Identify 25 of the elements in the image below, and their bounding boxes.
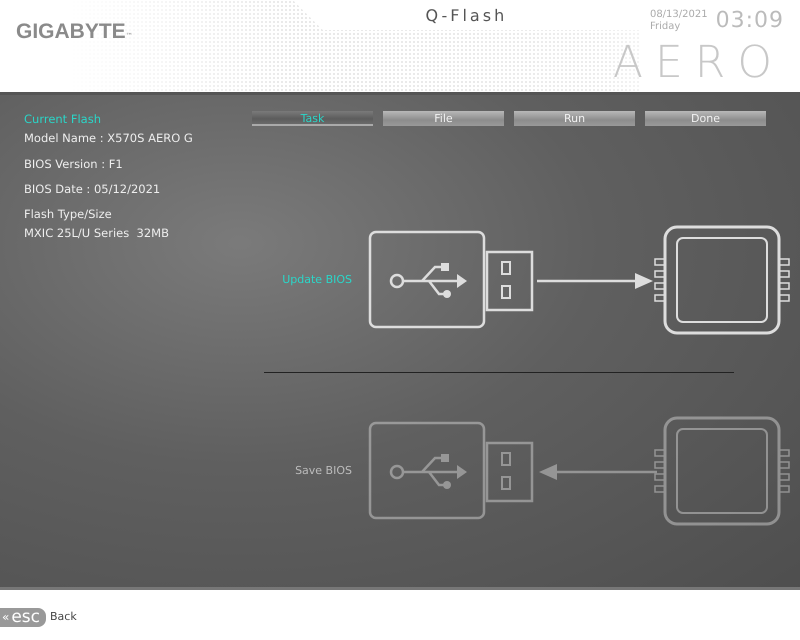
step-tab[interactable]: File (383, 111, 504, 126)
page-title: Q-Flash (425, 5, 508, 27)
action-option[interactable]: Update BIOS (252, 272, 352, 288)
step-tab[interactable]: Done (645, 111, 766, 126)
clock-time: 03:09 (716, 7, 784, 35)
info-line: Flash Type/Size (24, 206, 113, 223)
info-line: MXIC 25L/U Series 32MB (24, 225, 170, 242)
date: 08/13/2021 (650, 8, 708, 20)
usb-drive-icon (368, 230, 534, 328)
step-tab[interactable]: Run (514, 111, 635, 126)
info-line: BIOS Date : 05/12/2021 (24, 180, 162, 198)
back-label: Back (50, 609, 77, 626)
step-tab[interactable]: Task (252, 111, 373, 126)
brand-logo: GIGABYTE (16, 20, 126, 43)
section-heading: Current Flash (24, 111, 102, 128)
action-option[interactable]: Save BIOS (252, 462, 352, 480)
esc-key[interactable]: «esc (0, 608, 46, 627)
arrow-icon (537, 273, 653, 289)
arrow-icon (539, 464, 657, 480)
info-line: Model Name : X570S AERO G (24, 130, 194, 148)
info-line: BIOS Version : F1 (24, 156, 124, 172)
chip-icon (654, 416, 790, 526)
weekday: Friday (650, 20, 682, 32)
usb-drive-icon (368, 422, 534, 520)
chip-icon (654, 226, 790, 334)
